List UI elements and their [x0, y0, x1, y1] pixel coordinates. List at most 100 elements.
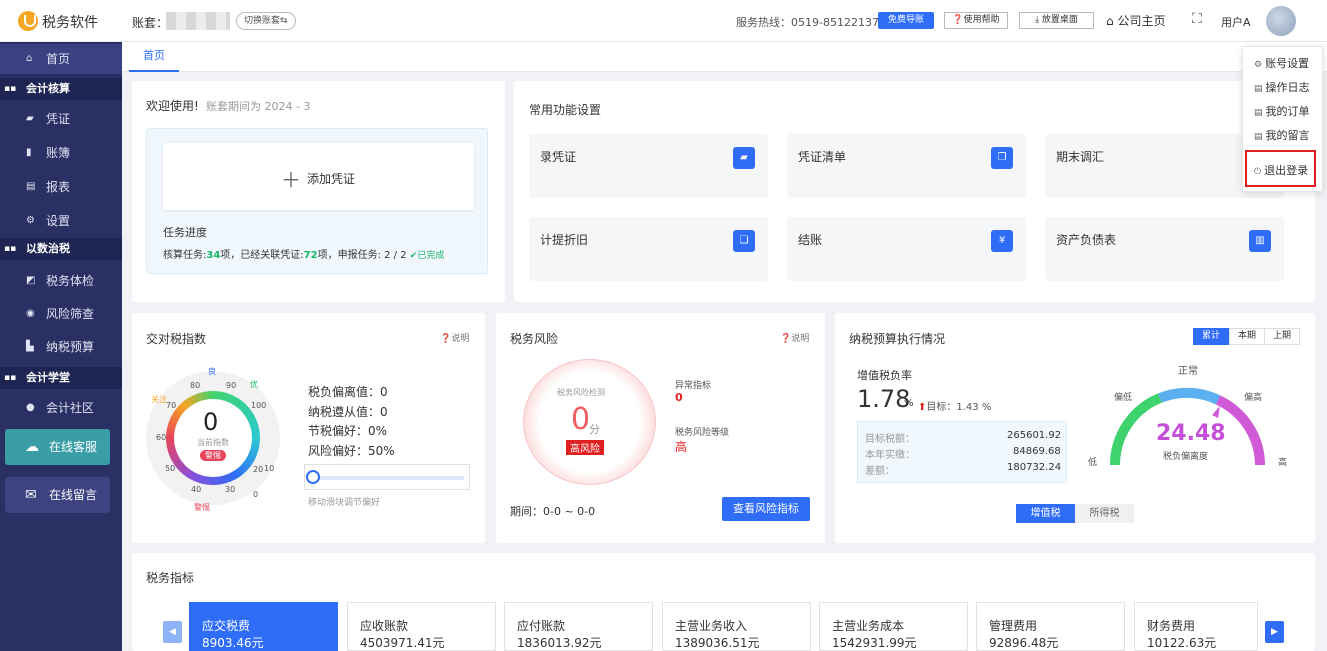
task-suffix: 项，申报任务: 2 / 2 — [317, 250, 407, 261]
sidebar-item-home[interactable]: ⌂ 首页 — [0, 44, 122, 74]
gauge-normal-label: 正常 — [1178, 366, 1198, 377]
tab-bar: 首页 — [122, 42, 1327, 72]
common-functions-title: 常用功能设置 — [529, 103, 602, 117]
tick-70: 70 — [166, 401, 177, 410]
preference-slider-track[interactable] — [318, 476, 464, 480]
gear-icon: ⚙ — [26, 215, 35, 226]
kpi-card-main-revenue[interactable]: 主营业务收入 1389036.51元 — [662, 602, 811, 651]
tax-risk-explain-link[interactable]: ❓说明 — [780, 331, 809, 344]
home-icon: ⌂ — [26, 53, 33, 64]
desktop-label: 放置桌面 — [1041, 15, 1078, 25]
gear-icon: ⚙ — [1254, 60, 1263, 70]
kpi-card-payable[interactable]: 应付账款 1836013.92元 — [504, 602, 653, 651]
online-service-button[interactable]: ☁ 在线客服 — [5, 429, 110, 465]
sheet-icon: ▥ — [1249, 230, 1271, 252]
target-value: 1.43 % — [956, 402, 992, 413]
sidebar-item-report[interactable]: ▤ 报表 — [0, 172, 122, 202]
tab-vat[interactable]: 增值税 — [1016, 504, 1075, 523]
sidebar-item-label: 税务体检 — [46, 274, 95, 288]
document-icon: ▤ — [1254, 84, 1263, 94]
menu-item-my-messages[interactable]: ▤ 我的留言 — [1254, 127, 1310, 143]
kpi-value: 10122.63元 — [1147, 636, 1217, 650]
zone-excellent: 优 — [250, 380, 258, 389]
done-label: 已完成 — [417, 251, 445, 261]
grid-icon: ▪▪ — [4, 373, 17, 383]
free-guide-button[interactable]: 免费导账 — [878, 12, 934, 29]
explain-label: 说明 — [791, 334, 810, 344]
func-tile-record-voucher[interactable]: 录凭证 ▰ — [529, 134, 768, 198]
sidebar-item-ledger[interactable]: ▮ 账簿 — [0, 138, 122, 168]
budget-tab-previous[interactable]: 上期 — [1264, 328, 1300, 345]
place-desktop-button[interactable]: ⤓ 放置桌面 — [1019, 12, 1094, 29]
sidebar-item-community[interactable]: ● 会计社区 — [0, 393, 122, 423]
diff-label: 差额： — [865, 466, 895, 477]
sidebar-item-voucher[interactable]: ▰ 凭证 — [0, 104, 122, 134]
switch-account-button[interactable]: 切换账套⇆ — [236, 12, 296, 30]
company-home-link[interactable]: ⌂ 公司主页 — [1106, 12, 1165, 29]
tick-100: 100 — [251, 401, 267, 410]
question-icon: ❓ — [440, 334, 452, 344]
func-tile-closing[interactable]: 结账 ¥ — [787, 217, 1026, 281]
kpi-card-finance-expense[interactable]: 财务费用 10122.63元 — [1134, 602, 1258, 651]
stack-icon: ❏ — [733, 230, 755, 252]
preference-slider-handle[interactable] — [306, 470, 320, 484]
logout-highlight — [1245, 150, 1316, 187]
target-tax-value: 265601.92 — [1007, 430, 1062, 441]
func-tile-voucher-list[interactable]: 凭证清单 ❐ — [787, 134, 1026, 198]
sidebar-item-risk-screen[interactable]: ◉ 风险筛查 — [0, 299, 122, 329]
home-label: 公司主页 — [1117, 14, 1166, 28]
target-label: 目标： — [926, 402, 957, 413]
online-message-button[interactable]: ✉ 在线留言 — [5, 477, 110, 513]
search-icon: ◉ — [26, 308, 35, 319]
tax-risk-title: 税务风险 — [510, 332, 559, 346]
chat-icon: ☁ — [25, 439, 39, 455]
sidebar-group-tax: ▪▪ 以数治税 — [0, 238, 122, 260]
func-tile-depreciation[interactable]: 计提折旧 ❏ — [529, 217, 768, 281]
scroll-right-icon[interactable]: ▶ — [1265, 621, 1284, 643]
help-button[interactable]: ❓使用帮助 — [944, 12, 1008, 29]
view-risk-button[interactable]: 查看风险指标 — [722, 497, 810, 521]
risk-detect-label: 税务风险检测 — [557, 388, 605, 397]
download-icon: ⤓ — [1035, 15, 1042, 25]
fullscreen-icon[interactable]: ⛶ — [1192, 11, 1202, 27]
tax-index-badge: 警惕 — [200, 450, 226, 461]
add-voucher-button[interactable]: ＋ 添加凭证 — [163, 143, 474, 210]
sidebar-group-label: 以数治税 — [26, 242, 70, 255]
avatar[interactable] — [1266, 6, 1296, 36]
tax-index-explain-link[interactable]: ❓说明 — [440, 331, 469, 344]
func-label: 结账 — [798, 233, 823, 247]
risk-period: 期间：0-0 ~ 0-0 — [510, 505, 596, 518]
func-tile-balance-sheet[interactable]: 资产负债表 ▥ — [1045, 217, 1284, 281]
kpi-label: 管理费用 — [989, 619, 1038, 633]
menu-item-operation-log[interactable]: ▤ 操作日志 — [1254, 79, 1310, 95]
sidebar-item-tax-check[interactable]: ◩ 税务体检 — [0, 266, 122, 296]
user-name[interactable]: 用户A — [1221, 14, 1251, 30]
question-icon: ❓ — [780, 334, 792, 344]
kpi-card-receivable[interactable]: 应收账款 4503971.41元 — [347, 602, 496, 651]
help-icon: ❓ — [952, 15, 964, 25]
location-icon: ● — [26, 402, 35, 413]
budget-tab-cumulative[interactable]: 累计 — [1193, 328, 1229, 345]
sidebar-item-label: 账簿 — [46, 146, 71, 160]
menu-item-account-settings[interactable]: ⚙ 账号设置 — [1254, 55, 1309, 71]
kpi-value: 1836013.92元 — [517, 636, 602, 650]
tab-home[interactable]: 首页 — [129, 42, 179, 72]
kpi-card-tax-payable[interactable]: 应交税费 8903.46元 — [189, 602, 338, 651]
paid-label: 本年实缴： — [865, 450, 915, 461]
tick-50: 50 — [165, 464, 176, 473]
budget-tab-current[interactable]: 本期 — [1229, 328, 1265, 345]
tax-index-sub: 当前指数 — [197, 438, 229, 447]
tab-income-tax[interactable]: 所得税 — [1075, 504, 1134, 523]
welcome-title: 欢迎使用! — [146, 99, 199, 113]
task-summary: 核算任务:34项，已经关联凭证:72项，申报任务: 2 / 2 ✔已完成 — [163, 246, 444, 261]
add-voucher-label: 添加凭证 — [307, 172, 356, 186]
menu-item-my-orders[interactable]: ▤ 我的订单 — [1254, 103, 1310, 119]
sidebar-item-tax-budget[interactable]: ▙ 纳税预算 — [0, 332, 122, 362]
button-label: 在线客服 — [49, 440, 98, 454]
kpi-card-main-cost[interactable]: 主营业务成本 1542931.99元 — [819, 602, 968, 651]
scroll-left-icon[interactable]: ◀ — [163, 621, 182, 643]
zone-warning: 警惕 — [194, 503, 210, 512]
kpi-card-admin-expense[interactable]: 管理费用 92896.48元 — [976, 602, 1125, 651]
risk-level-value: 高 — [675, 440, 688, 454]
sidebar-item-settings[interactable]: ⚙ 设置 — [0, 206, 122, 236]
